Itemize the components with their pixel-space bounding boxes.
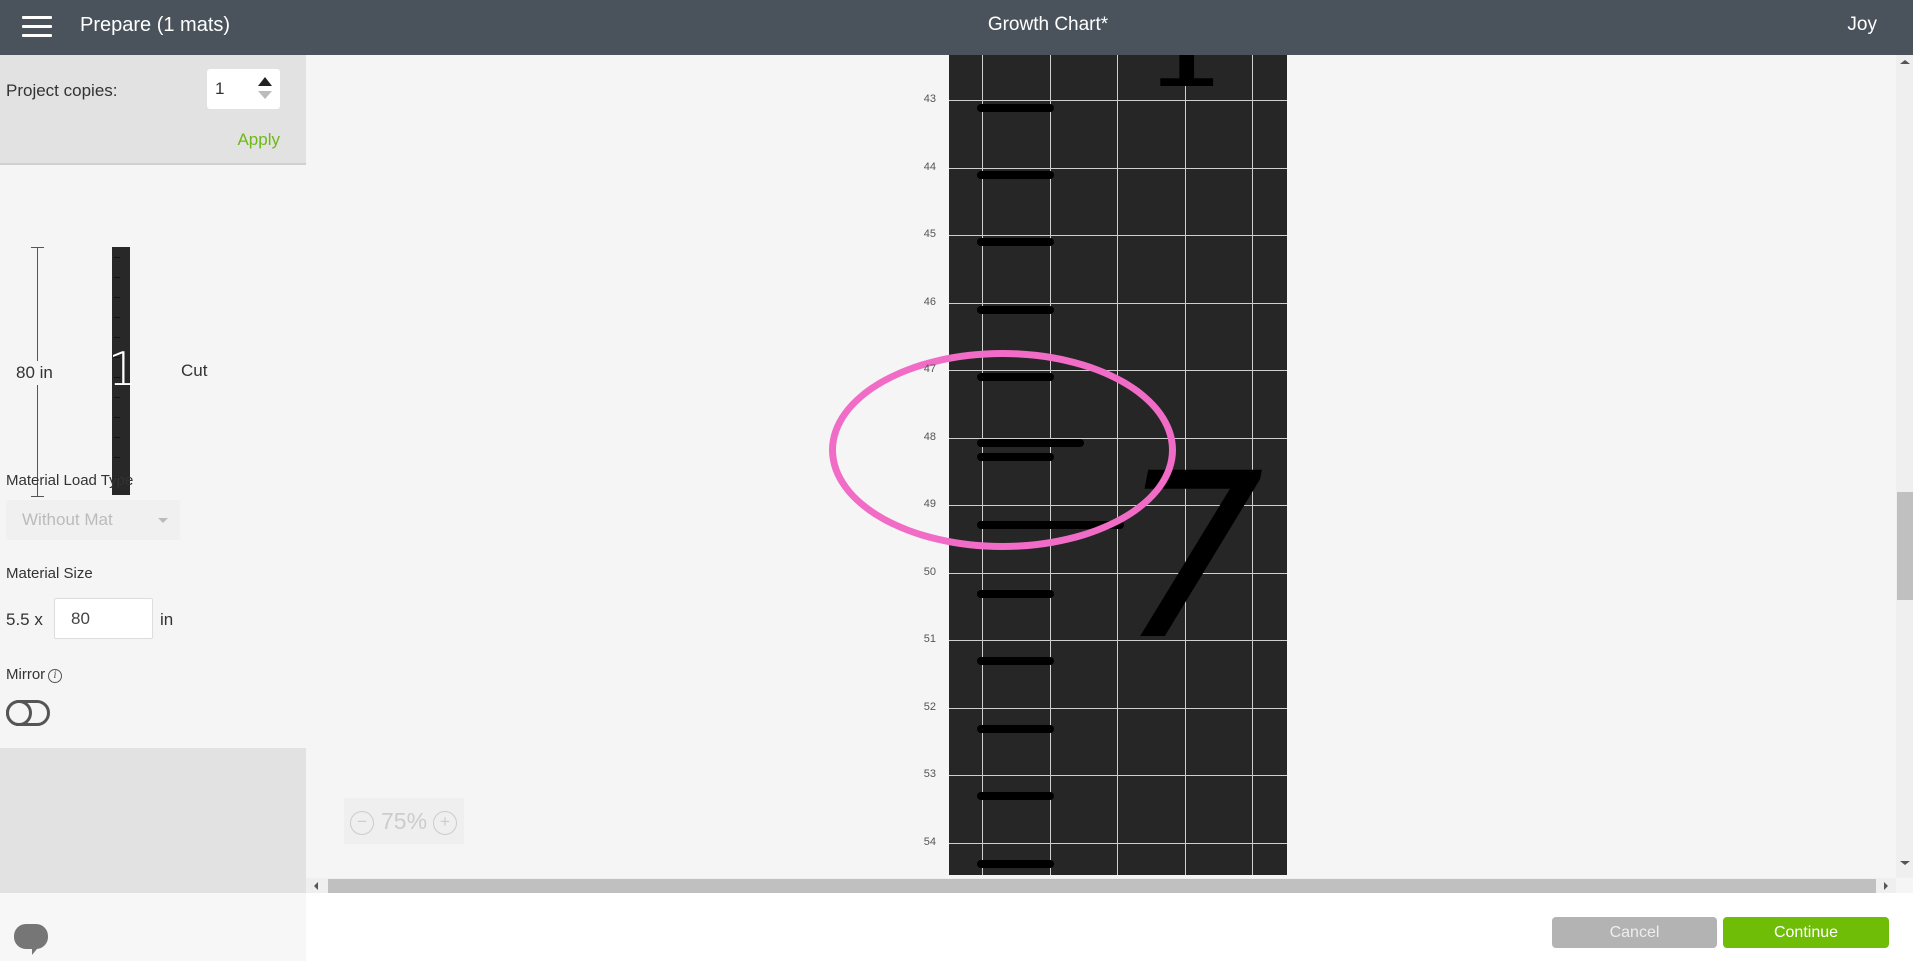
thumbnail-tick	[114, 337, 120, 338]
ruler-label: 50	[923, 565, 936, 578]
continue-button[interactable]: Continue	[1723, 917, 1889, 948]
thumbnail-tick	[114, 317, 120, 318]
thumbnail-tick	[114, 397, 120, 398]
horizontal-scrollbar[interactable]	[306, 878, 1896, 893]
thumbnail-tick	[114, 257, 120, 258]
number-one-shape[interactable]: 1	[1139, 55, 1234, 110]
chevron-down-icon	[158, 518, 168, 523]
toggle-knob	[6, 700, 32, 726]
top-bar: Prepare (1 mats) Growth Chart* Joy	[0, 0, 1913, 55]
ruler-tick-mark[interactable]	[977, 306, 1054, 314]
ruler-label: 45	[923, 228, 936, 240]
grid-line-horizontal	[949, 842, 1287, 844]
mat-number: 1	[108, 342, 138, 396]
material-width-label: 5.5 x	[6, 610, 43, 629]
scroll-up-arrow-icon[interactable]	[1900, 60, 1910, 64]
scroll-down-arrow-icon[interactable]	[1900, 861, 1910, 865]
material-length-input[interactable]: 80	[54, 598, 153, 639]
footer-left-area	[0, 893, 306, 961]
scroll-left-arrow-icon[interactable]	[314, 882, 318, 890]
vertical-scrollbar[interactable]	[1896, 55, 1913, 878]
mirror-label: Mirror	[6, 666, 46, 683]
mat-canvas[interactable]: 17 − 75% + 434445464748495051525354	[306, 55, 1896, 878]
ruler-tick-mark[interactable]	[977, 860, 1054, 868]
thumbnail-tick	[114, 437, 120, 438]
grid-line-horizontal	[949, 167, 1287, 169]
dimension-cap-bottom	[31, 496, 44, 497]
ruler-label: 49	[923, 498, 936, 510]
zoom-in-button[interactable]: +	[433, 811, 457, 835]
material-size-unit: in	[160, 610, 174, 629]
project-copies-value[interactable]: 1	[215, 79, 224, 99]
material-load-type-value: Without Mat	[22, 510, 113, 529]
mat-preview: 80 in 1 Cut	[0, 165, 306, 515]
decrement-arrow-icon[interactable]	[258, 91, 272, 99]
zoom-level: 75%	[381, 808, 428, 834]
thumbnail-tick	[114, 417, 120, 418]
project-copies-panel: Project copies: 1 Apply	[0, 55, 306, 165]
zoom-control: − 75% +	[344, 798, 464, 844]
ruler-tick-mark[interactable]	[977, 590, 1054, 598]
material-load-type-select[interactable]: Without Mat	[6, 500, 180, 540]
ruler-tick-mark[interactable]	[977, 792, 1054, 800]
ruler-label: 52	[923, 700, 936, 713]
grid-line-horizontal	[949, 100, 1287, 101]
left-panel: Project copies: 1 Apply 80 in 1 Cut Mate…	[0, 55, 306, 893]
mirror-toggle[interactable]	[6, 700, 50, 726]
vertical-scroll-thumb[interactable]	[1897, 492, 1913, 600]
material-size-label: Material Size	[6, 565, 93, 582]
user-menu[interactable]: Joy	[1847, 14, 1877, 36]
grid-line-horizontal	[949, 302, 1287, 304]
ruler-label: 44	[923, 160, 936, 173]
ruler-tick-mark[interactable]	[977, 104, 1054, 112]
project-copies-label: Project copies:	[6, 81, 118, 100]
project-copies-input[interactable]: 1	[207, 69, 280, 109]
ruler-tick-mark[interactable]	[977, 657, 1054, 665]
grid-line-horizontal	[949, 235, 1287, 236]
cancel-button[interactable]: Cancel	[1552, 917, 1717, 948]
thumbnail-tick	[114, 277, 120, 278]
ruler-tick-mark[interactable]	[977, 171, 1054, 179]
highlight-annotation-circle	[829, 350, 1176, 550]
ruler-label: 47	[923, 363, 936, 375]
info-icon[interactable]: i	[48, 669, 63, 683]
ruler-label: 54	[923, 835, 936, 848]
apply-button[interactable]: Apply	[237, 130, 280, 150]
dimension-cap-top	[31, 247, 44, 248]
ruler-label: 51	[923, 633, 936, 645]
ruler-tick-mark[interactable]	[977, 238, 1054, 246]
increment-arrow-icon[interactable]	[258, 77, 272, 86]
material-load-type-label: Material Load Type	[6, 472, 134, 489]
thumbnail-tick	[114, 457, 120, 458]
ruler-label: 48	[923, 430, 936, 443]
footer-bar: Cancel Continue	[0, 893, 1913, 961]
sidebar-empty-area	[0, 748, 306, 893]
grid-line-horizontal	[949, 775, 1287, 776]
thumbnail-tick	[114, 297, 120, 298]
mirror-label-row: Mirror i	[6, 666, 63, 683]
ruler-label: 43	[923, 93, 936, 105]
ruler-label: 46	[923, 295, 936, 308]
chat-bubble-icon[interactable]	[14, 924, 48, 955]
mat-operation-label: Cut	[181, 361, 208, 380]
grid-line-horizontal	[949, 707, 1287, 709]
ruler-tick-mark[interactable]	[977, 725, 1054, 733]
ruler-label: 53	[923, 768, 936, 780]
scroll-right-arrow-icon[interactable]	[1884, 882, 1888, 890]
horizontal-scroll-thumb[interactable]	[328, 879, 1876, 893]
mat-length-label: 80 in	[14, 361, 55, 385]
zoom-out-button[interactable]: −	[350, 811, 374, 835]
project-name: Growth Chart*	[987, 14, 1109, 35]
